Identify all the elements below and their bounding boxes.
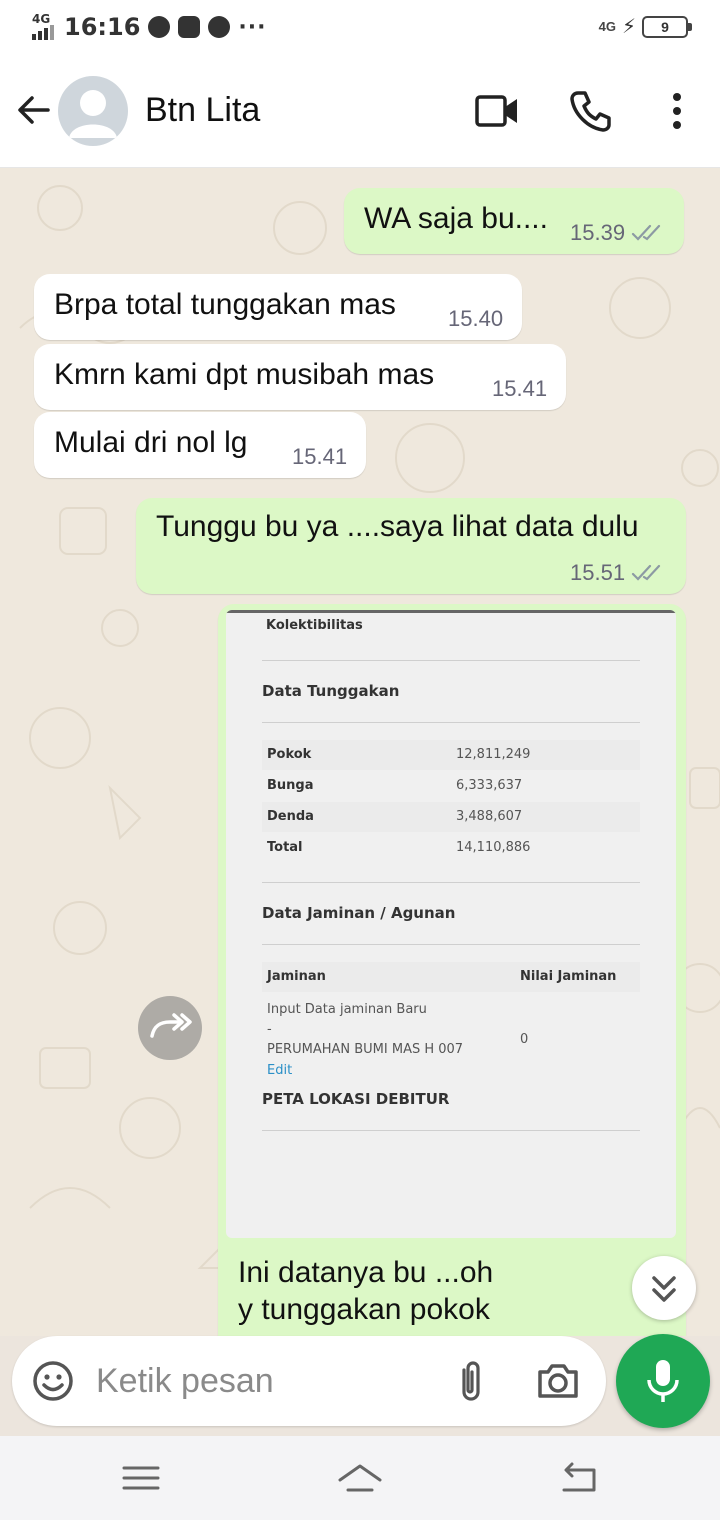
row-label: Total [267, 840, 303, 855]
table-row: Bunga 6,333,637 [262, 771, 640, 801]
message-text: Kmrn kami dpt musibah mas [54, 358, 435, 391]
back-arrow-icon[interactable] [14, 90, 54, 130]
message-incoming[interactable]: Mulai dri nol lg 15.41 [34, 412, 366, 478]
voice-record-button[interactable] [616, 1334, 710, 1428]
read-ticks-icon [631, 564, 661, 581]
message-meta: 15.41 [292, 444, 347, 470]
image-top-border [226, 610, 676, 613]
nav-home-icon[interactable] [336, 1458, 384, 1498]
status-right: 4G ⚡ 9 [598, 14, 692, 39]
row-label: Denda [267, 809, 314, 824]
camera-icon[interactable] [534, 1358, 582, 1404]
message-time: 15.39 [570, 220, 626, 245]
forward-button[interactable] [138, 996, 202, 1060]
contact-name[interactable]: Btn Lita [145, 91, 260, 130]
signal-bars-icon [32, 25, 54, 40]
default-avatar-icon [69, 90, 117, 138]
jaminan-line: - [267, 1022, 272, 1037]
row-value: 6,333,637 [456, 778, 523, 793]
table-row: Total 14,110,886 [262, 833, 640, 863]
image-caption: Ini datanya bu ...oh y tunggakan pokok [238, 1254, 493, 1328]
divider [262, 660, 640, 661]
more-vert-icon[interactable] [654, 88, 700, 134]
col-header: Jaminan [267, 969, 326, 984]
network-label-right: 4G [598, 19, 616, 34]
image-message[interactable]: Kolektibilitas Data Tunggakan Pokok 12,8… [218, 604, 686, 1336]
col-header: Nilai Jaminan [520, 969, 617, 984]
row-label: Pokok [267, 747, 312, 762]
jaminan-value: 0 [520, 1032, 529, 1047]
message-text: Mulai dri nol lg [54, 426, 248, 459]
battery-icon: 9 [642, 15, 692, 38]
status-bar: 4G 16:16 ··· 4G ⚡ 9 [0, 0, 720, 56]
message-outgoing[interactable]: Tunggu bu ya ....saya lihat data dulu 15… [136, 498, 686, 594]
row-value: 14,110,886 [456, 840, 531, 855]
scroll-down-icon [652, 1276, 676, 1302]
table-header-row: Jaminan Nilai Jaminan [262, 962, 640, 992]
row-label: Bunga [267, 778, 314, 793]
avatar[interactable] [58, 76, 128, 146]
telegram-notification-icon [148, 16, 171, 38]
message-input[interactable] [96, 1356, 426, 1406]
message-time: 15.41 [292, 444, 348, 469]
status-time: 16:16 [64, 13, 141, 41]
divider [262, 882, 640, 883]
shot-section-title: Data Tunggakan [262, 682, 400, 700]
message-incoming[interactable]: Kmrn kami dpt musibah mas 15.41 [34, 344, 566, 410]
message-time: 15.41 [492, 376, 548, 401]
divider [262, 1130, 640, 1131]
jaminan-line: PERUMAHAN BUMI MAS H 007 [267, 1042, 464, 1057]
message-meta: 15.40 [448, 306, 503, 332]
nav-back-icon[interactable] [558, 1458, 600, 1498]
row-value: 3,488,607 [456, 809, 523, 824]
message-text: Tunggu bu ya ....saya lihat data dulu [156, 510, 639, 543]
network-indicator: 4G [30, 12, 56, 42]
status-left: 4G 16:16 ··· [30, 12, 266, 42]
system-navigation-bar [0, 1436, 720, 1520]
message-meta: 15.41 [492, 376, 547, 402]
divider [262, 722, 640, 723]
caption-line: y tunggakan pokok [238, 1293, 490, 1326]
emoji-icon[interactable] [32, 1360, 74, 1402]
message-time: 15.51 [570, 560, 626, 585]
chat-area[interactable]: WA saja bu.... 15.39 Brpa total tunggaka… [0, 168, 720, 1336]
message-text: Brpa total tunggakan mas [54, 288, 396, 321]
message-text: WA saja bu.... [364, 202, 548, 235]
image-attachment[interactable]: Kolektibilitas Data Tunggakan Pokok 12,8… [226, 610, 676, 1238]
network-label: 4G [32, 12, 51, 26]
chat-header: Btn Lita [0, 56, 720, 168]
message-composer [12, 1336, 606, 1426]
shot-top-label: Kolektibilitas [266, 618, 363, 633]
message-meta: 15.39 [570, 220, 665, 246]
nav-menu-icon[interactable] [120, 1458, 162, 1498]
jaminan-line: Input Data jaminan Baru [267, 1002, 427, 1017]
message-incoming[interactable]: Brpa total tunggakan mas 15.40 [34, 274, 522, 340]
message-meta: 15.51 [570, 560, 665, 586]
table-row: Denda 3,488,607 [262, 802, 640, 832]
attach-icon[interactable] [448, 1358, 494, 1404]
message-outgoing[interactable]: WA saja bu.... 15.39 [344, 188, 684, 254]
forward-icon [150, 1013, 192, 1038]
row-value: 12,811,249 [456, 747, 531, 762]
message-time: 15.40 [448, 306, 504, 331]
table-row: Pokok 12,811,249 [262, 740, 640, 770]
scroll-to-bottom-button[interactable] [632, 1256, 696, 1320]
shot-section-title: PETA LOKASI DEBITUR [262, 1090, 450, 1108]
caption-line: Ini datanya bu ...oh [238, 1256, 494, 1289]
phone-icon[interactable] [568, 88, 614, 134]
battery-level: 9 [661, 18, 669, 35]
chat-notification-icon [208, 16, 231, 38]
instagram-notification-icon [178, 16, 201, 38]
mic-icon [647, 1360, 679, 1402]
read-ticks-icon [631, 224, 661, 241]
video-call-icon[interactable] [474, 88, 520, 134]
edit-link: Edit [267, 1063, 293, 1078]
charging-icon: ⚡ [621, 16, 636, 38]
shot-section-title: Data Jaminan / Agunan [262, 904, 456, 922]
more-notifications-icon: ··· [238, 14, 267, 40]
divider [262, 944, 640, 945]
